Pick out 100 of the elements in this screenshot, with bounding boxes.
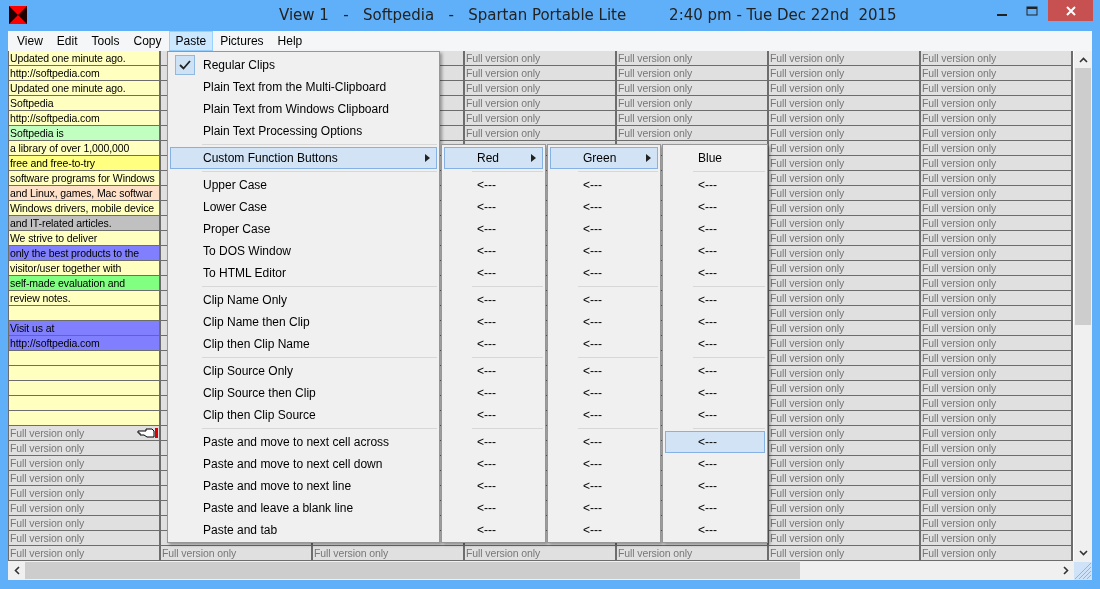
menu-item[interactable]: <--- (444, 289, 543, 311)
table-cell[interactable]: Full version only (617, 81, 769, 96)
menu-item[interactable]: Clip Source then Clip (170, 382, 437, 404)
table-cell[interactable]: Full version only (769, 231, 921, 246)
menu-item[interactable]: <--- (550, 174, 658, 196)
table-cell[interactable]: Full version only (617, 51, 769, 66)
table-cell[interactable]: Full version only (921, 201, 1073, 216)
menu-item[interactable]: <--- (444, 311, 543, 333)
table-cell[interactable]: Full version only (769, 201, 921, 216)
menu-item[interactable]: <--- (444, 360, 543, 382)
menu-item[interactable]: Paste (168, 31, 214, 51)
scrollbar-thumb[interactable] (1075, 68, 1091, 325)
menu-item[interactable]: <--- (444, 240, 543, 262)
menu-item[interactable]: Upper Case (170, 174, 437, 196)
menu-item[interactable]: Green (550, 147, 658, 169)
table-cell[interactable]: Full version only (921, 381, 1073, 396)
table-cell[interactable]: Full version only (465, 81, 617, 96)
menu-item[interactable]: <--- (665, 382, 765, 404)
menu-item[interactable]: <--- (665, 431, 765, 453)
table-cell[interactable]: Updated one minute ago. (8, 51, 161, 66)
menu-item[interactable]: <--- (444, 262, 543, 284)
table-cell[interactable]: Full version only (769, 321, 921, 336)
size-grip-icon[interactable] (1074, 561, 1092, 580)
menu-item[interactable]: <--- (550, 262, 658, 284)
menu-item[interactable]: <--- (665, 174, 765, 196)
table-cell[interactable]: Full version only (921, 51, 1073, 66)
table-cell[interactable]: Full version only (921, 411, 1073, 426)
table-cell[interactable] (8, 306, 161, 321)
menu-item[interactable]: Plain Text from Windows Clipboard (170, 98, 437, 120)
table-cell[interactable]: Full version only (313, 546, 465, 561)
menu-item[interactable]: <--- (444, 519, 543, 541)
menu-item[interactable]: <--- (550, 333, 658, 355)
table-cell[interactable]: Full version only (8, 441, 161, 456)
table-cell[interactable]: visitor/user together with (8, 261, 161, 276)
table-cell[interactable]: Full version only (769, 186, 921, 201)
table-cell[interactable]: Full version only (769, 126, 921, 141)
table-cell[interactable]: Full version only (769, 456, 921, 471)
table-cell[interactable]: Full version only (769, 501, 921, 516)
menu-item[interactable]: <--- (665, 218, 765, 240)
menu-item[interactable]: <--- (444, 196, 543, 218)
table-cell[interactable]: Full version only (921, 471, 1073, 486)
table-cell[interactable]: Full version only (8, 486, 161, 501)
table-cell[interactable]: Full version only (465, 96, 617, 111)
menu-item[interactable]: <--- (444, 333, 543, 355)
table-cell[interactable]: Full version only (921, 216, 1073, 231)
menu-item[interactable]: <--- (550, 497, 658, 519)
table-cell[interactable]: Full version only (769, 366, 921, 381)
table-cell[interactable]: Full version only (617, 96, 769, 111)
table-cell[interactable]: Full version only (921, 276, 1073, 291)
table-cell[interactable]: Full version only (769, 66, 921, 81)
table-cell[interactable]: and IT-related articles. (8, 216, 161, 231)
table-cell[interactable]: Full version only (8, 426, 161, 441)
menu-item[interactable]: <--- (444, 431, 543, 453)
table-cell[interactable]: Full version only (617, 111, 769, 126)
table-cell[interactable]: software programs for Windows (8, 171, 161, 186)
menu-item[interactable]: <--- (444, 218, 543, 240)
menu-item[interactable]: <--- (444, 404, 543, 426)
table-cell[interactable]: Full version only (921, 126, 1073, 141)
table-cell[interactable]: Full version only (769, 156, 921, 171)
menu-item[interactable]: Blue (665, 147, 765, 169)
table-cell[interactable]: Full version only (769, 336, 921, 351)
table-cell[interactable]: Full version only (921, 486, 1073, 501)
table-cell[interactable]: Full version only (465, 111, 617, 126)
table-cell[interactable]: Windows drivers, mobile device (8, 201, 161, 216)
menu-item[interactable]: <--- (550, 289, 658, 311)
table-cell[interactable]: http://softpedia.com (8, 111, 161, 126)
menu-item[interactable]: Plain Text from the Multi-Clipboard (170, 76, 437, 98)
table-cell[interactable]: Full version only (921, 531, 1073, 546)
table-cell[interactable]: Full version only (465, 126, 617, 141)
menu-item[interactable]: Proper Case (170, 218, 437, 240)
table-cell[interactable]: Full version only (769, 486, 921, 501)
table-cell[interactable]: Full version only (769, 516, 921, 531)
table-cell[interactable]: Full version only (769, 96, 921, 111)
menu-item[interactable]: <--- (665, 311, 765, 333)
table-cell[interactable]: Full version only (921, 141, 1073, 156)
menu-item[interactable]: <--- (550, 453, 658, 475)
table-cell[interactable]: Full version only (769, 141, 921, 156)
table-cell[interactable]: Full version only (921, 336, 1073, 351)
menu-item[interactable]: Clip Name Only (170, 289, 437, 311)
menu-item[interactable]: <--- (665, 497, 765, 519)
table-cell[interactable]: Full version only (465, 51, 617, 66)
table-cell[interactable]: Full version only (921, 171, 1073, 186)
menu-item[interactable]: <--- (444, 497, 543, 519)
table-cell[interactable]: Full version only (8, 456, 161, 471)
table-cell[interactable]: Full version only (769, 51, 921, 66)
table-cell[interactable] (8, 351, 161, 366)
menu-item[interactable]: Help (270, 31, 310, 51)
table-cell[interactable]: http://softpedia.com (8, 336, 161, 351)
table-cell[interactable]: free and free-to-try (8, 156, 161, 171)
menu-item[interactable]: Paste and move to next cell across (170, 431, 437, 453)
menu-item[interactable]: <--- (550, 475, 658, 497)
menu-item[interactable]: <--- (550, 240, 658, 262)
table-cell[interactable]: Full version only (617, 546, 769, 561)
table-cell[interactable]: Full version only (161, 546, 313, 561)
table-cell[interactable]: Full version only (769, 246, 921, 261)
table-cell[interactable]: Full version only (769, 381, 921, 396)
menu-item[interactable]: Paste and move to next line (170, 475, 437, 497)
table-cell[interactable]: Full version only (617, 126, 769, 141)
table-cell[interactable]: Full version only (8, 531, 161, 546)
menu-item[interactable]: Paste and tab (170, 519, 437, 541)
